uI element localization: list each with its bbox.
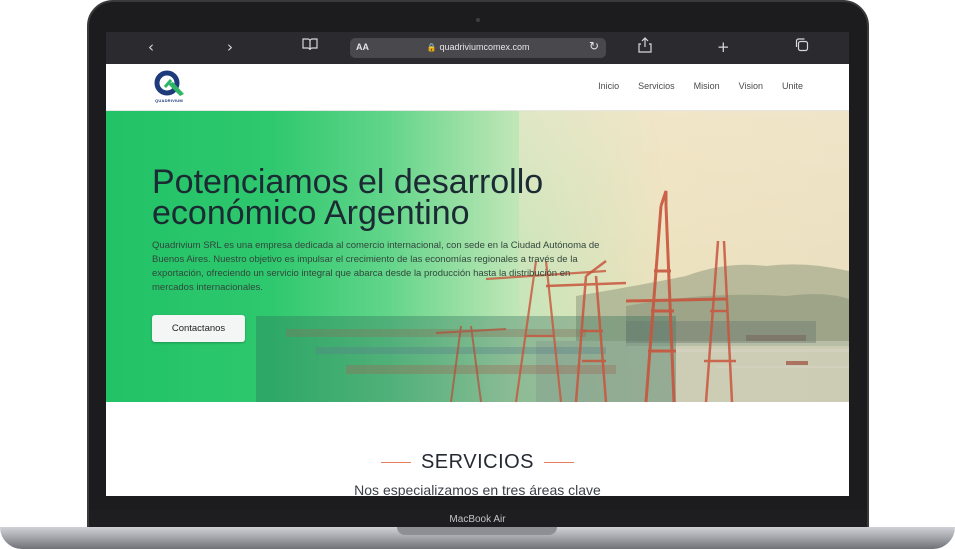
camera-icon	[476, 18, 480, 22]
url-text[interactable]: quadriviumcomex.com	[439, 42, 529, 52]
divider-left	[380, 462, 411, 463]
hero-title-line2: económico Argentino	[152, 194, 470, 232]
hero-section: Potenciamos el desarrollo económico Arge…	[106, 111, 849, 402]
share-icon[interactable]	[638, 37, 652, 57]
services-subtitle: Nos especializamos en tres áreas clave	[354, 482, 601, 496]
nav-vision[interactable]: Vision	[739, 81, 763, 91]
chevron-left-icon[interactable]: ‹	[148, 38, 154, 56]
tabs-icon[interactable]	[795, 38, 809, 56]
services-section: SERVICIOS Nos especializamos en tres áre…	[106, 402, 849, 496]
services-heading: SERVICIOS	[106, 451, 849, 474]
nav-servicios[interactable]: Servicios	[638, 81, 675, 91]
book-icon[interactable]	[302, 37, 318, 55]
contact-button[interactable]: Contactanos	[152, 315, 245, 342]
hero-title: Potenciamos el desarrollo económico Arge…	[152, 165, 672, 232]
nav-inicio[interactable]: Inicio	[598, 81, 619, 91]
trackpad-notch	[397, 527, 557, 535]
hero-description: Quadrivium SRL es una empresa dedicada a…	[152, 240, 600, 293]
plus-icon[interactable]: +	[717, 38, 730, 56]
nav-unite[interactable]: Unite	[782, 81, 803, 91]
main-nav: Inicio Servicios Mision Vision Unite	[598, 81, 803, 91]
services-title: SERVICIOS	[420, 451, 535, 473]
divider-right	[544, 462, 575, 463]
device-mockup: { "browser": { "back_icon": "chevron-lef…	[0, 0, 955, 549]
site-navbar: QUADRIVIUM Inicio Servicios Mision Visio…	[106, 64, 849, 111]
logo-text: QUADRIVIUM	[155, 98, 183, 103]
address-bar[interactable]: AA 🔒 quadriviumcomex.com ↻	[350, 38, 606, 58]
lock-icon: 🔒	[426, 43, 437, 52]
device-model-label: MacBook Air	[449, 514, 506, 525]
quadrivium-logo[interactable]: QUADRIVIUM	[151, 70, 187, 106]
browser-toolbar: ‹ › AA 🔒 quadriviumcomex.com ↻ +	[106, 32, 849, 64]
browser-screen: ‹ › AA 🔒 quadriviumcomex.com ↻ + QUADRIV…	[106, 32, 849, 496]
chevron-right-icon[interactable]: ›	[227, 38, 233, 56]
reload-icon[interactable]: ↻	[589, 39, 599, 53]
nav-mision[interactable]: Mision	[694, 81, 720, 91]
